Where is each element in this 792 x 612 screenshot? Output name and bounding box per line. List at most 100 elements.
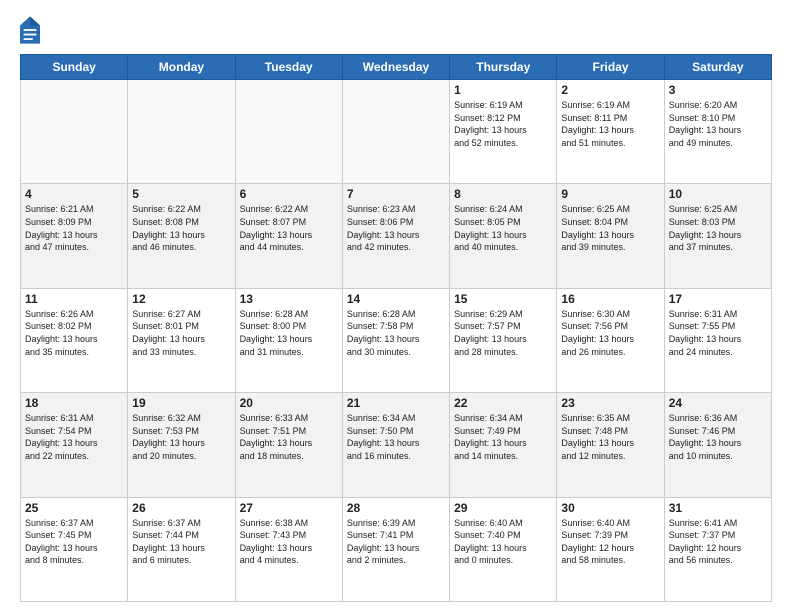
day-info: Sunrise: 6:29 AM Sunset: 7:57 PM Dayligh… bbox=[454, 308, 552, 358]
calendar-cell: 11Sunrise: 6:26 AM Sunset: 8:02 PM Dayli… bbox=[21, 288, 128, 392]
day-number: 20 bbox=[240, 396, 338, 410]
day-info: Sunrise: 6:23 AM Sunset: 8:06 PM Dayligh… bbox=[347, 203, 445, 253]
calendar-cell: 15 Sunrise: 6:29 AM Sunset: 7:57 PM Dayli… bbox=[450, 288, 557, 392]
day-info: Sunrise: 6:31 AM Sunset: 7:55 PM Dayligh… bbox=[669, 308, 767, 358]
calendar-cell: 19Sunrise: 6:32 AM Sunset: 7:53 PM Dayli… bbox=[128, 393, 235, 497]
day-number: 9 bbox=[561, 187, 659, 201]
weekday-header-friday: Friday bbox=[557, 55, 664, 80]
day-number: 2 bbox=[561, 83, 659, 97]
day-number: 25 bbox=[25, 501, 123, 515]
day-number: 12 bbox=[132, 292, 230, 306]
day-number: 13 bbox=[240, 292, 338, 306]
logo-icon bbox=[20, 16, 40, 44]
calendar-cell: 7 Sunrise: 6:23 AM Sunset: 8:06 PM Daylig… bbox=[342, 184, 449, 288]
day-number: 22 bbox=[454, 396, 552, 410]
weekday-header-wednesday: Wednesday bbox=[342, 55, 449, 80]
day-number: 16 bbox=[561, 292, 659, 306]
calendar-cell: 9 Sunrise: 6:25 AM Sunset: 8:04 PM Daylig… bbox=[557, 184, 664, 288]
header bbox=[20, 16, 772, 44]
day-number: 4 bbox=[25, 187, 123, 201]
day-info: Sunrise: 6:30 AM Sunset: 7:56 PM Dayligh… bbox=[561, 308, 659, 358]
calendar-cell: 29Sunrise: 6:40 AM Sunset: 7:40 PM Dayli… bbox=[450, 497, 557, 601]
day-info: Sunrise: 6:39 AM Sunset: 7:41 PM Dayligh… bbox=[347, 517, 445, 567]
day-number: 24 bbox=[669, 396, 767, 410]
calendar-cell: 5 Sunrise: 6:22 AM Sunset: 8:08 PM Daylig… bbox=[128, 184, 235, 288]
calendar-body: 1 Sunrise: 6:19 AM Sunset: 8:12 PM Daylig… bbox=[21, 80, 772, 602]
day-number: 3 bbox=[669, 83, 767, 97]
day-info: Sunrise: 6:37 AM Sunset: 7:44 PM Dayligh… bbox=[132, 517, 230, 567]
calendar-cell: 23Sunrise: 6:35 AM Sunset: 7:48 PM Dayli… bbox=[557, 393, 664, 497]
day-number: 31 bbox=[669, 501, 767, 515]
day-info: Sunrise: 6:20 AM Sunset: 8:10 PM Dayligh… bbox=[669, 99, 767, 149]
day-info: Sunrise: 6:33 AM Sunset: 7:51 PM Dayligh… bbox=[240, 412, 338, 462]
calendar-week-row: 11Sunrise: 6:26 AM Sunset: 8:02 PM Dayli… bbox=[21, 288, 772, 392]
day-number: 17 bbox=[669, 292, 767, 306]
calendar-cell: 31 Sunrise: 6:41 AM Sunset: 7:37 PM Dayli… bbox=[664, 497, 771, 601]
day-info: Sunrise: 6:25 AM Sunset: 8:04 PM Dayligh… bbox=[561, 203, 659, 253]
day-info: Sunrise: 6:31 AM Sunset: 7:54 PM Dayligh… bbox=[25, 412, 123, 462]
day-info: Sunrise: 6:37 AM Sunset: 7:45 PM Dayligh… bbox=[25, 517, 123, 567]
calendar-cell: 18Sunrise: 6:31 AM Sunset: 7:54 PM Dayli… bbox=[21, 393, 128, 497]
day-number: 1 bbox=[454, 83, 552, 97]
day-info: Sunrise: 6:40 AM Sunset: 7:39 PM Dayligh… bbox=[561, 517, 659, 567]
calendar-cell: 20 Sunrise: 6:33 AM Sunset: 7:51 PM Dayli… bbox=[235, 393, 342, 497]
day-info: Sunrise: 6:27 AM Sunset: 8:01 PM Dayligh… bbox=[132, 308, 230, 358]
day-info: Sunrise: 6:34 AM Sunset: 7:49 PM Dayligh… bbox=[454, 412, 552, 462]
day-info: Sunrise: 6:28 AM Sunset: 8:00 PM Dayligh… bbox=[240, 308, 338, 358]
day-number: 14 bbox=[347, 292, 445, 306]
weekday-header-tuesday: Tuesday bbox=[235, 55, 342, 80]
day-number: 5 bbox=[132, 187, 230, 201]
day-info: Sunrise: 6:22 AM Sunset: 8:07 PM Dayligh… bbox=[240, 203, 338, 253]
calendar-cell: 30 Sunrise: 6:40 AM Sunset: 7:39 PM Dayli… bbox=[557, 497, 664, 601]
calendar-cell: 1 Sunrise: 6:19 AM Sunset: 8:12 PM Daylig… bbox=[450, 80, 557, 184]
calendar-cell bbox=[128, 80, 235, 184]
day-number: 6 bbox=[240, 187, 338, 201]
day-number: 28 bbox=[347, 501, 445, 515]
calendar-cell bbox=[235, 80, 342, 184]
day-info: Sunrise: 6:19 AM Sunset: 8:12 PM Dayligh… bbox=[454, 99, 552, 149]
day-number: 27 bbox=[240, 501, 338, 515]
day-info: Sunrise: 6:28 AM Sunset: 7:58 PM Dayligh… bbox=[347, 308, 445, 358]
calendar-week-row: 4 Sunrise: 6:21 AM Sunset: 8:09 PM Daylig… bbox=[21, 184, 772, 288]
calendar-week-row: 18Sunrise: 6:31 AM Sunset: 7:54 PM Dayli… bbox=[21, 393, 772, 497]
calendar-cell: 13 Sunrise: 6:28 AM Sunset: 8:00 PM Dayli… bbox=[235, 288, 342, 392]
calendar-header: SundayMondayTuesdayWednesdayThursdayFrid… bbox=[21, 55, 772, 80]
day-number: 30 bbox=[561, 501, 659, 515]
day-number: 7 bbox=[347, 187, 445, 201]
calendar-cell: 4 Sunrise: 6:21 AM Sunset: 8:09 PM Daylig… bbox=[21, 184, 128, 288]
day-info: Sunrise: 6:35 AM Sunset: 7:48 PM Dayligh… bbox=[561, 412, 659, 462]
day-info: Sunrise: 6:41 AM Sunset: 7:37 PM Dayligh… bbox=[669, 517, 767, 567]
day-info: Sunrise: 6:32 AM Sunset: 7:53 PM Dayligh… bbox=[132, 412, 230, 462]
calendar-cell: 28 Sunrise: 6:39 AM Sunset: 7:41 PM Dayli… bbox=[342, 497, 449, 601]
weekday-header-thursday: Thursday bbox=[450, 55, 557, 80]
day-number: 15 bbox=[454, 292, 552, 306]
day-number: 10 bbox=[669, 187, 767, 201]
day-info: Sunrise: 6:24 AM Sunset: 8:05 PM Dayligh… bbox=[454, 203, 552, 253]
weekday-header-saturday: Saturday bbox=[664, 55, 771, 80]
calendar-cell: 17 Sunrise: 6:31 AM Sunset: 7:55 PM Dayli… bbox=[664, 288, 771, 392]
calendar-cell: 16 Sunrise: 6:30 AM Sunset: 7:56 PM Dayli… bbox=[557, 288, 664, 392]
day-info: Sunrise: 6:34 AM Sunset: 7:50 PM Dayligh… bbox=[347, 412, 445, 462]
calendar-cell bbox=[21, 80, 128, 184]
calendar-cell: 6 Sunrise: 6:22 AM Sunset: 8:07 PM Daylig… bbox=[235, 184, 342, 288]
calendar-cell: 25 Sunrise: 6:37 AM Sunset: 7:45 PM Dayli… bbox=[21, 497, 128, 601]
day-info: Sunrise: 6:21 AM Sunset: 8:09 PM Dayligh… bbox=[25, 203, 123, 253]
day-info: Sunrise: 6:19 AM Sunset: 8:11 PM Dayligh… bbox=[561, 99, 659, 149]
calendar-cell: 10 Sunrise: 6:25 AM Sunset: 8:03 PM Dayli… bbox=[664, 184, 771, 288]
calendar-table: SundayMondayTuesdayWednesdayThursdayFrid… bbox=[20, 54, 772, 602]
calendar-cell bbox=[342, 80, 449, 184]
day-number: 11 bbox=[25, 292, 123, 306]
weekday-header-monday: Monday bbox=[128, 55, 235, 80]
day-info: Sunrise: 6:40 AM Sunset: 7:40 PM Dayligh… bbox=[454, 517, 552, 567]
day-info: Sunrise: 6:25 AM Sunset: 8:03 PM Dayligh… bbox=[669, 203, 767, 253]
calendar-cell: 21 Sunrise: 6:34 AM Sunset: 7:50 PM Dayli… bbox=[342, 393, 449, 497]
calendar-cell: 27 Sunrise: 6:38 AM Sunset: 7:43 PM Dayli… bbox=[235, 497, 342, 601]
day-info: Sunrise: 6:38 AM Sunset: 7:43 PM Dayligh… bbox=[240, 517, 338, 567]
day-number: 21 bbox=[347, 396, 445, 410]
weekday-row: SundayMondayTuesdayWednesdayThursdayFrid… bbox=[21, 55, 772, 80]
day-info: Sunrise: 6:22 AM Sunset: 8:08 PM Dayligh… bbox=[132, 203, 230, 253]
calendar-week-row: 25 Sunrise: 6:37 AM Sunset: 7:45 PM Dayli… bbox=[21, 497, 772, 601]
calendar-cell: 24Sunrise: 6:36 AM Sunset: 7:46 PM Dayli… bbox=[664, 393, 771, 497]
calendar-cell: 14 Sunrise: 6:28 AM Sunset: 7:58 PM Dayli… bbox=[342, 288, 449, 392]
day-number: 26 bbox=[132, 501, 230, 515]
